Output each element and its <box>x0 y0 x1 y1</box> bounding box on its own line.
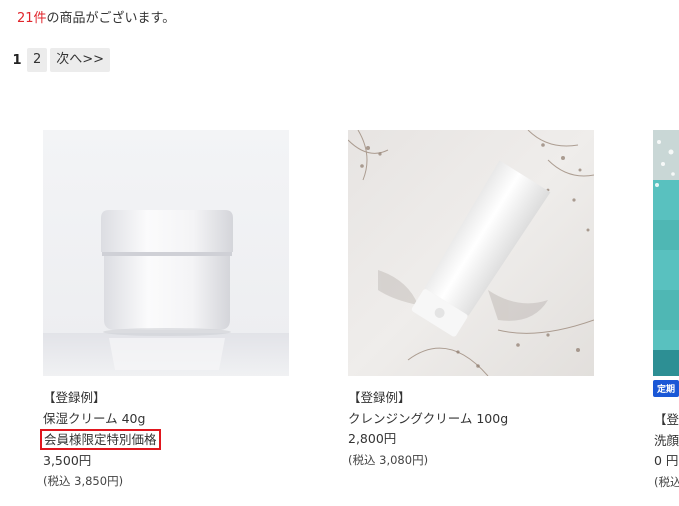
result-count-number: 21件 <box>17 11 47 26</box>
subscription-badge: 定期 <box>653 380 679 397</box>
product-tag: 【登 <box>654 412 679 427</box>
product-image-cleansing-tube[interactable] <box>348 130 594 376</box>
product-price: 0 円 <box>654 453 679 468</box>
product-image-face-wash[interactable] <box>653 130 679 376</box>
pagination: 1 2 次へ>> <box>10 48 111 72</box>
product-card[interactable]: 【登録例】 保湿クリーム 40g 会員様限定特別価格 3,500円 (税込 3,… <box>40 130 290 491</box>
product-price: 2,800円 <box>348 431 397 446</box>
next-page-link[interactable]: 次へ>> <box>50 48 111 72</box>
product-price: 3,500円 <box>43 452 92 468</box>
result-count-text: 21件の商品がございます。 <box>17 7 175 26</box>
page-current: 1 <box>12 52 22 68</box>
product-card[interactable]: 定期 【登 洗顔 0 円 (税込 <box>653 130 679 492</box>
product-tag: 【登録例】 <box>43 390 106 405</box>
product-name[interactable]: 保湿クリーム 40g <box>43 409 290 430</box>
product-tax-price: (税込 3,850円) <box>43 474 124 488</box>
product-name[interactable]: クレンジングクリーム 100g <box>348 409 595 430</box>
product-image-cream-jar[interactable] <box>43 130 289 376</box>
product-tax-price: (税込 3,080円) <box>348 452 429 467</box>
product-tag: 【登録例】 <box>348 390 411 405</box>
product-name[interactable]: 洗顔 <box>654 431 679 452</box>
member-price-label: 会員様限定特別価格 <box>40 429 161 450</box>
result-count-suffix: の商品がございます。 <box>46 11 176 26</box>
product-tax-price: (税込 <box>654 474 679 489</box>
product-card[interactable]: 【登録例】 クレンジングクリーム 100g 2,800円 (税込 3,080円) <box>348 130 595 470</box>
page-2-link[interactable]: 2 <box>27 48 48 72</box>
